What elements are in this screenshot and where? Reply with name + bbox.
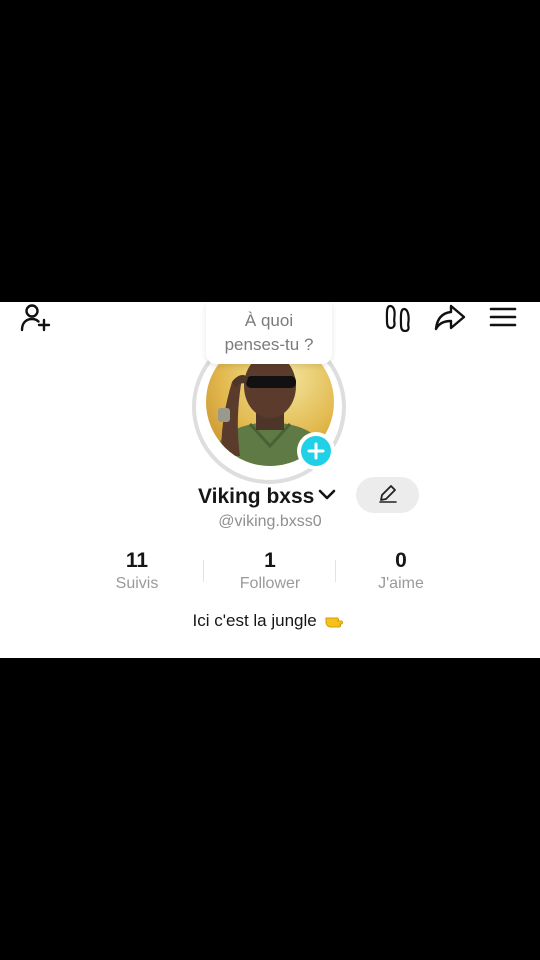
- profile-name: Viking bxss: [198, 485, 315, 508]
- edit-profile-button[interactable]: [356, 477, 419, 513]
- stat-divider: [203, 560, 204, 582]
- stat-following-label: Suivis: [115, 575, 159, 592]
- share-icon[interactable]: [434, 304, 466, 332]
- stat-followers-count: 1: [264, 549, 276, 572]
- pointing-hand-emoji: [325, 614, 347, 630]
- menu-icon[interactable]: [489, 306, 517, 328]
- plus-icon: [301, 436, 331, 466]
- add-story-button[interactable]: [297, 432, 335, 470]
- stat-likes-label: J'aime: [378, 575, 424, 592]
- thought-bubble[interactable]: À quoi penses-tu ?: [206, 302, 332, 364]
- profile-screen: À quoi penses-tu ? Viking bxss @viking.b…: [0, 302, 540, 658]
- stat-likes-count: 0: [395, 549, 407, 572]
- stat-followers[interactable]: 1 Follower: [215, 548, 325, 594]
- thought-bubble-text: À quoi penses-tu ?: [224, 311, 314, 354]
- stat-following-count: 11: [125, 549, 149, 572]
- edit-pencil-icon: [378, 483, 398, 508]
- profile-bio: Ici c'est la jungle: [0, 611, 540, 631]
- add-friend-icon[interactable]: [20, 304, 52, 332]
- stat-likes[interactable]: 0 J'aime: [346, 548, 456, 594]
- stat-divider: [335, 560, 336, 582]
- chevron-down-icon: [318, 488, 336, 507]
- profile-handle: @viking.bxss0: [218, 513, 322, 530]
- footprints-icon[interactable]: [384, 304, 412, 332]
- stat-following[interactable]: 11 Suivis: [82, 548, 192, 594]
- profile-name-switcher[interactable]: Viking bxss: [198, 482, 336, 512]
- stat-followers-label: Follower: [239, 575, 301, 592]
- bio-text: Ici c'est la jungle: [192, 611, 317, 630]
